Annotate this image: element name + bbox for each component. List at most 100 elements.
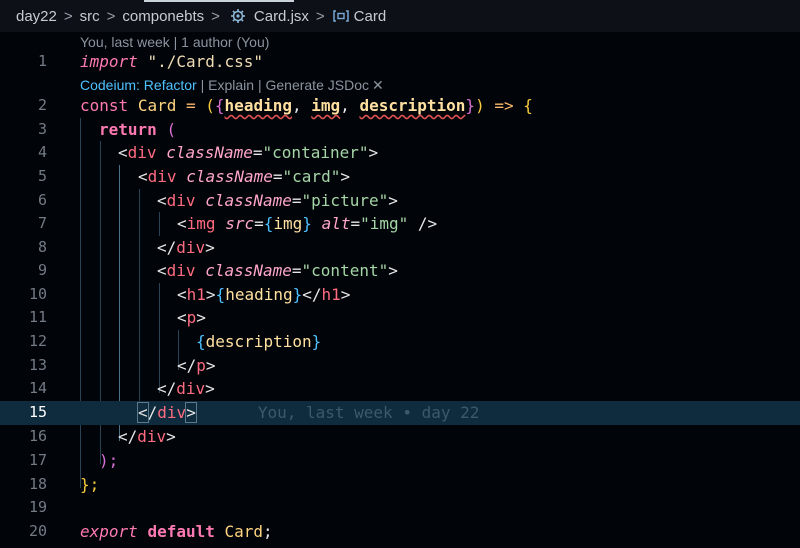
jsx-tag: div bbox=[147, 167, 177, 186]
code-line-7[interactable]: 7 <img src={img} alt="img" /> bbox=[0, 212, 800, 236]
paren: ( bbox=[166, 120, 177, 139]
codeium-explain-link[interactable]: Explain bbox=[208, 77, 254, 93]
code-line-10[interactable]: 10 <h1>{heading}</h1> bbox=[0, 283, 800, 307]
code-line-8[interactable]: 8 </div> bbox=[0, 236, 800, 260]
chevron-right-icon: > bbox=[106, 7, 116, 25]
code-line-13[interactable]: 13 </p> bbox=[0, 354, 800, 378]
jsx-tag: p bbox=[186, 308, 197, 327]
codeium-refactor-link[interactable]: Codeium: Refactor bbox=[80, 77, 197, 93]
code-line-11[interactable]: 11 <p> bbox=[0, 306, 800, 330]
code-line-1[interactable]: 1 import "./Card.css" bbox=[0, 50, 800, 74]
line-number: 19 bbox=[28, 498, 47, 516]
code-text: <img src={img} alt="img" /> bbox=[177, 214, 438, 233]
keyword: return bbox=[99, 120, 157, 139]
git-blame-codelens[interactable]: You, last week | 1 author (You) bbox=[80, 32, 269, 52]
code-editor[interactable]: You, last week | 1 author (You) 1 import… bbox=[0, 32, 800, 548]
code-line-6[interactable]: 6 <div className="picture"> bbox=[0, 189, 800, 213]
code-line-12[interactable]: 12 {description} bbox=[0, 330, 800, 354]
string: "img" bbox=[360, 214, 409, 233]
chevron-right-icon: > bbox=[211, 7, 220, 25]
code-line-5[interactable]: 5 <div className="card"> bbox=[0, 165, 800, 189]
chevron-right-icon: > bbox=[63, 7, 73, 25]
jsx-tag: div bbox=[137, 427, 167, 446]
breadcrumb-item-src[interactable]: src bbox=[80, 8, 100, 25]
arrow: => bbox=[494, 96, 514, 115]
line-number: 7 bbox=[37, 214, 47, 232]
code-text: import "./Card.css" bbox=[80, 50, 263, 74]
comma: , bbox=[340, 96, 350, 115]
code-line-9[interactable]: 9 <div className="content"> bbox=[0, 259, 800, 283]
jsx-tag: p bbox=[196, 356, 206, 375]
brace: { bbox=[523, 96, 533, 115]
paren: ) bbox=[475, 96, 485, 115]
code-text: <p> bbox=[177, 308, 206, 327]
paren: ( bbox=[205, 96, 215, 115]
line-number: 12 bbox=[28, 332, 47, 350]
line-number: 10 bbox=[28, 285, 47, 303]
code-text: return ( bbox=[99, 118, 176, 142]
inline-git-blame: You, last week • day 22 bbox=[257, 403, 480, 422]
jsx-tag: h1 bbox=[186, 285, 206, 304]
codeium-generate-jsdoc-link[interactable]: Generate JSDoc bbox=[265, 77, 369, 93]
code-line-19[interactable]: 19 bbox=[0, 496, 800, 520]
code-line-3[interactable]: 3 return ( bbox=[0, 118, 800, 142]
comma: , bbox=[291, 96, 302, 115]
jsx-attr: className bbox=[205, 191, 292, 210]
close-icon[interactable]: ✕ bbox=[372, 77, 384, 93]
line-number: 1 bbox=[37, 52, 47, 70]
line-number: 13 bbox=[28, 356, 47, 374]
code-line-17[interactable]: 17 ); bbox=[0, 449, 800, 473]
code-punctuation: ; bbox=[263, 522, 273, 541]
code-text: <div className="picture"> bbox=[157, 191, 398, 210]
code-text: <div className="container"> bbox=[118, 143, 379, 162]
param-description: description bbox=[359, 96, 466, 115]
code-line-16[interactable]: 16 </div> bbox=[0, 425, 800, 449]
breadcrumb: day22 > src > componebts > Card.jsx > Ca… bbox=[0, 0, 800, 32]
code-text: </div> bbox=[118, 427, 176, 446]
code-line-2[interactable]: 2 const Card = ({heading, img, descripti… bbox=[0, 94, 800, 118]
brace: { bbox=[214, 96, 225, 115]
breadcrumb-item-symbol[interactable]: Card bbox=[354, 8, 387, 25]
code-line-15-active[interactable]: 15 </div> You, last week • day 22 bbox=[0, 401, 800, 425]
code-text: </p> bbox=[177, 356, 216, 375]
param-heading: heading bbox=[224, 96, 292, 115]
git-blame-text[interactable]: You, last week | 1 author (You) bbox=[80, 34, 269, 50]
keyword: default bbox=[147, 522, 215, 541]
code-text: <div className="content"> bbox=[157, 261, 398, 280]
code-line-4[interactable]: 4 <div className="container"> bbox=[0, 141, 800, 165]
breadcrumb-item-componebts[interactable]: componebts bbox=[122, 8, 204, 25]
keyword: const bbox=[80, 96, 129, 115]
codeium-codelens: Codeium: Refactor | Explain | Generate J… bbox=[80, 75, 384, 95]
jsx-attr: alt bbox=[321, 214, 351, 233]
code-line-18[interactable]: 18 }; bbox=[0, 473, 800, 497]
jsx-expression: heading bbox=[225, 285, 293, 304]
code-line-20[interactable]: 20 export default Card; bbox=[0, 520, 800, 544]
keyword: export bbox=[80, 522, 138, 541]
line-number: 6 bbox=[37, 191, 47, 209]
breadcrumb-item-file[interactable]: Card.jsx bbox=[254, 8, 309, 25]
line-number: 11 bbox=[28, 308, 47, 326]
code-text: </div> You, last week • day 22 bbox=[137, 402, 480, 423]
line-number: 16 bbox=[28, 427, 47, 445]
code-text: {description} bbox=[196, 332, 322, 351]
line-number: 8 bbox=[37, 238, 47, 256]
gear-icon bbox=[230, 8, 246, 24]
breadcrumb-item-day22[interactable]: day22 bbox=[16, 8, 57, 25]
code-text: }; bbox=[80, 473, 99, 497]
code-text: </div> bbox=[157, 379, 215, 398]
jsx-attr: className bbox=[186, 167, 273, 186]
symbol-icon bbox=[332, 8, 349, 24]
line-number: 17 bbox=[28, 451, 47, 469]
codelens-separator: | bbox=[254, 77, 266, 93]
jsx-tag: div bbox=[166, 191, 196, 210]
jsx-attr: src bbox=[225, 214, 255, 233]
string: "card" bbox=[282, 167, 341, 186]
param-img: img bbox=[311, 96, 341, 115]
jsx-tag: div bbox=[157, 403, 187, 422]
code-line-14[interactable]: 14 </div> bbox=[0, 377, 800, 401]
jsx-tag: div bbox=[176, 379, 206, 398]
line-number: 18 bbox=[28, 475, 47, 493]
line-number: 3 bbox=[37, 120, 47, 138]
identifier: Card bbox=[137, 96, 177, 115]
brace: } bbox=[465, 96, 476, 115]
